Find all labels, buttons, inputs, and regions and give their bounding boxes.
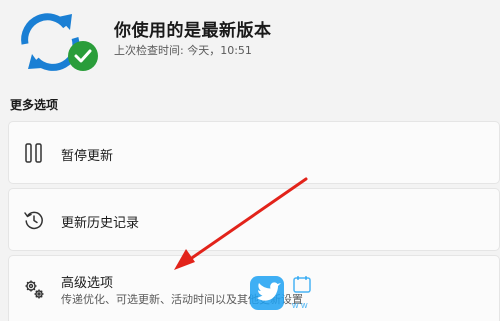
sync-check-icon: [21, 13, 98, 71]
annotation-arrow: [174, 177, 308, 270]
last-checked-time: 上次检查时间: 今天，10:51: [114, 44, 252, 57]
gears-icon: [25, 280, 44, 299]
pause-updates-label: 暂停更新: [61, 149, 114, 164]
update-status-title: 你使用的是最新版本: [114, 21, 272, 41]
windows-update-page: 你使用的是最新版本 上次检查时间: 今天，10:51 更多选项 暂停更新 更新历…: [0, 0, 500, 321]
twitter-bird-logo: w w: [250, 276, 311, 310]
update-history-label: 更新历史记录: [61, 216, 140, 231]
more-options-heading: 更多选项: [10, 98, 59, 112]
watermark-text: w w: [291, 300, 308, 310]
history-icon: [24, 211, 43, 230]
pause-icon: [25, 143, 42, 163]
advanced-options-label: 高级选项: [61, 276, 114, 291]
